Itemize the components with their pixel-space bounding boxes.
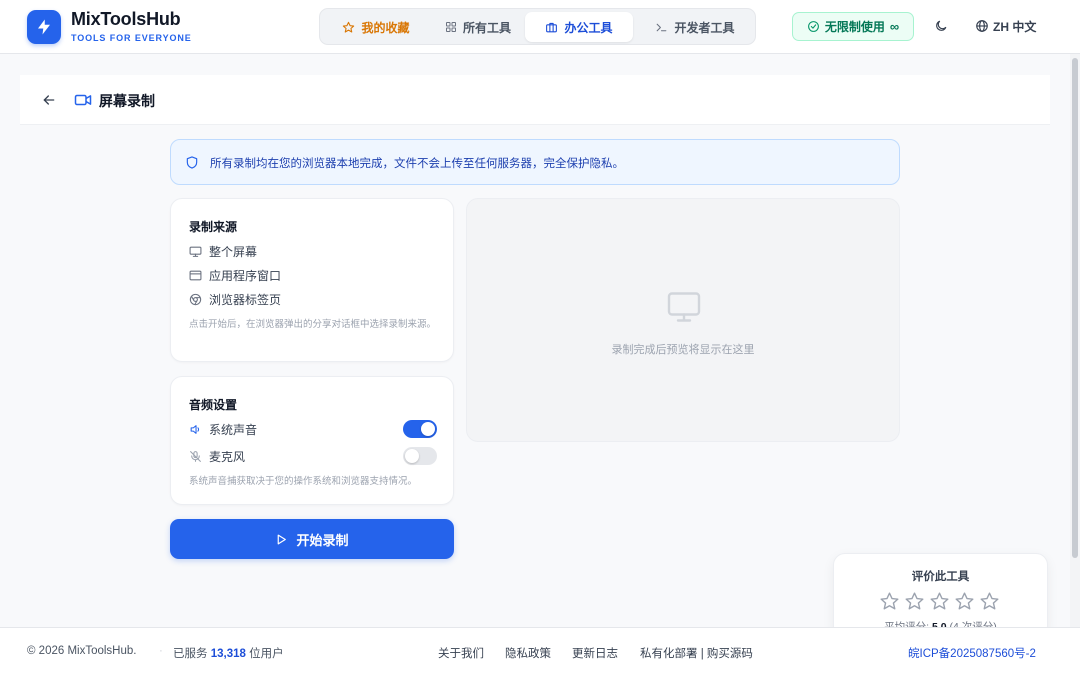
served-suffix: 位用户 [245,648,284,660]
scrollbar-thumb[interactable] [1072,58,1078,558]
logo[interactable] [27,10,61,44]
monitor-icon [667,292,701,322]
chrome-icon [189,293,202,305]
toggle-knob [421,422,435,436]
privacy-notice: 所有录制均在您的浏览器本地完成，文件不会上传至任何服务器，完全保护隐私。 [170,139,900,185]
nav-office-tools[interactable]: 办公工具 [525,12,633,42]
start-recording-button[interactable]: 开始录制 [170,519,454,559]
system-sound-toggle[interactable] [403,420,437,438]
language-button[interactable]: ZH 中文 [975,14,1036,38]
star-icon[interactable] [954,591,975,612]
star-icon[interactable] [879,591,900,612]
footer-separator: · [159,645,163,657]
language-label: ZH 中文 [993,19,1037,34]
terminal-icon [657,23,667,31]
theme-toggle-button[interactable] [929,14,953,38]
check-circle-icon [807,21,819,32]
tool-header: 屏幕录制 [20,75,1050,125]
preview-placeholder: 录制完成后预览将显示在这里 [611,344,755,356]
speaker-icon [190,424,200,434]
served-count: 已服务 13,318 位用户 [173,645,284,661]
source-option-tab[interactable]: 浏览器标签页 [189,290,281,308]
monitor-icon [189,246,202,257]
source-option-window-label: 应用程序窗口 [209,268,282,283]
nav-favorites[interactable]: 我的收藏 [326,12,426,42]
audio-settings-card: 音频设置 系统声音 麦克风 系统声音捕获取决于您的操作系统和浏览器支持情况。 [170,376,454,505]
shield-icon [186,156,198,169]
nav-favorites-label: 我的收藏 [361,20,410,35]
nav-dev-tools[interactable]: 开发者工具 [640,12,750,42]
rating-stars [879,591,1000,612]
star-icon[interactable] [929,591,950,612]
microphone-row: 麦克风 [189,447,245,465]
source-option-tab-label: 浏览器标签页 [209,292,282,307]
main-nav: 我的收藏 所有工具 办公工具 开发者工具 [319,8,756,45]
star-icon[interactable] [904,591,925,612]
top-header: MixToolsHub TOOLS FOR EVERYONE 我的收藏 所有工具… [0,0,1080,54]
mic-off-icon [190,450,201,462]
footer: © 2026 MixToolsHub. · 已服务 13,318 位用户 关于我… [0,627,1080,675]
app-window-icon [189,270,202,280]
privacy-text: 所有录制均在您的浏览器本地完成，文件不会上传至任何服务器，完全保护隐私。 [210,158,624,170]
rating-card: 评价此工具 平均评分: 5.0 (4 次评分) [833,553,1048,638]
preview-area: 录制完成后预览将显示在这里 [466,198,900,442]
served-number: 13,318 [210,648,246,660]
infinity-icon: ∞ [889,19,900,34]
footer-link-private-deploy[interactable]: 私有化部署 | 购买源码 [640,645,753,661]
moon-icon [936,20,947,31]
footer-link-privacy[interactable]: 隐私政策 [505,645,551,661]
nav-office-tools-label: 办公工具 [564,20,613,35]
source-option-window[interactable]: 应用程序窗口 [189,266,281,284]
video-camera-icon [74,94,92,106]
audio-settings-title: 音频设置 [189,398,238,412]
unlimited-badge[interactable]: 无限制使用 ∞ [792,12,914,41]
toggle-knob [405,449,419,463]
footer-link-about[interactable]: 关于我们 [438,645,484,661]
arrow-left-icon [43,95,55,105]
star-icon [343,21,355,33]
source-option-screen[interactable]: 整个屏幕 [189,242,257,260]
microphone-label: 麦克风 [209,449,246,464]
unlimited-label: 无限制使用 [824,20,885,34]
lightning-icon [38,19,50,35]
page-title: 屏幕录制 [99,93,155,109]
microphone-toggle[interactable] [403,447,437,465]
served-prefix: 已服务 [173,648,211,660]
nav-all-tools[interactable]: 所有工具 [428,12,528,42]
globe-icon [976,20,988,32]
briefcase-icon [546,22,558,32]
back-button[interactable] [39,90,59,110]
nav-all-tools-label: 所有工具 [462,20,511,35]
start-recording-label: 开始录制 [296,532,349,548]
system-sound-label: 系统声音 [209,422,258,437]
play-icon [278,534,287,544]
nav-dev-tools-label: 开发者工具 [674,20,735,35]
brand-tagline: TOOLS FOR EVERYONE [71,33,192,43]
audio-hint: 系统声音捕获取决于您的操作系统和浏览器支持情况。 [189,476,418,487]
recording-source-title: 录制来源 [189,220,238,234]
source-option-screen-label: 整个屏幕 [209,244,258,259]
brand-name[interactable]: MixToolsHub [71,9,181,30]
icp-link[interactable]: 皖ICP备2025087560号-2 [908,645,1036,661]
source-hint: 点击开始后，在浏览器弹出的分享对话框中选择录制来源。 [189,319,437,330]
recording-source-card: 录制来源 整个屏幕 应用程序窗口 浏览器标签页 点击开始后，在浏览器弹出的分享对… [170,198,454,362]
star-icon[interactable] [979,591,1000,612]
system-sound-row: 系统声音 [189,420,257,438]
rating-title: 评价此工具 [911,571,970,583]
footer-link-changelog[interactable]: 更新日志 [572,645,618,661]
copyright: © 2026 MixToolsHub. [27,645,137,657]
grid-icon [445,22,456,32]
